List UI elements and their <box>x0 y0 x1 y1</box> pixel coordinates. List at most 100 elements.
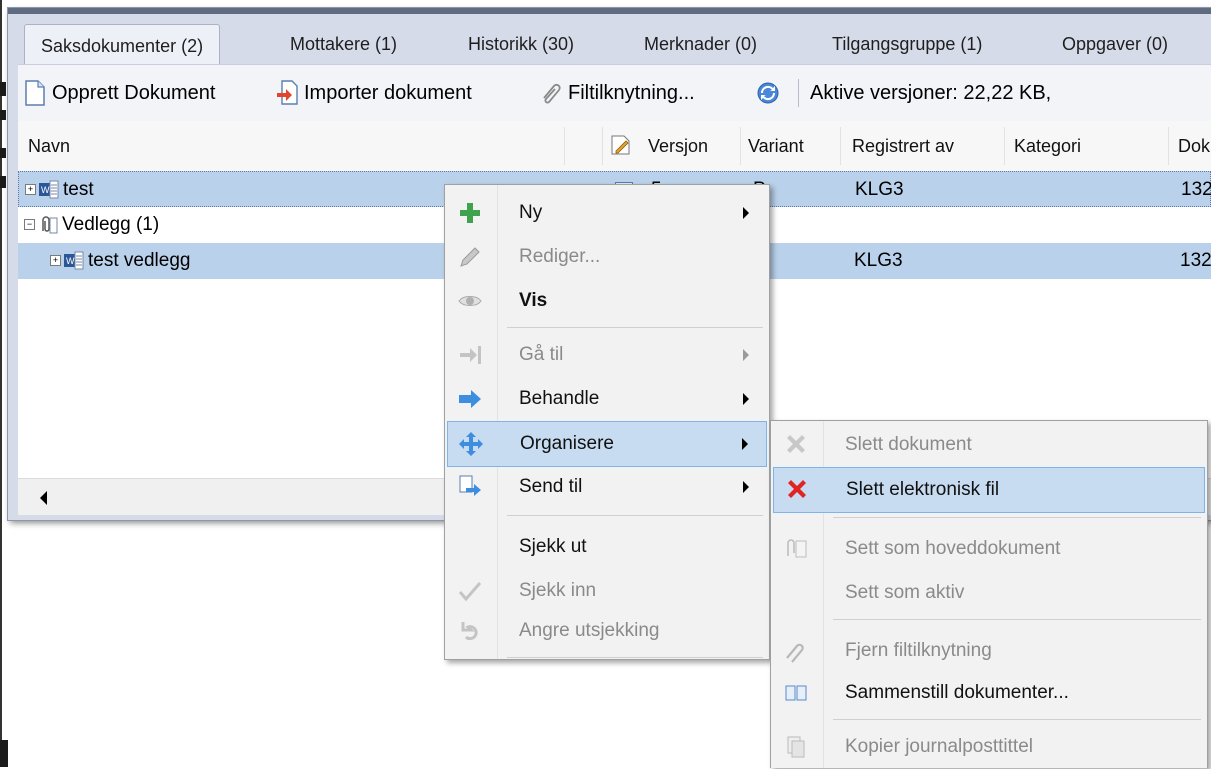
menu-item-sett-som-aktiv[interactable]: Sett som aktiv <box>773 571 1205 615</box>
column-header-kategori[interactable]: Kategori <box>1014 121 1081 171</box>
active-versions-status: Aktive versjoner: 22,22 KB, <box>810 65 1051 121</box>
menu-item-sjekk-inn[interactable]: Sjekk inn <box>447 569 767 613</box>
column-header-dok[interactable]: Dok <box>1178 121 1210 171</box>
import-icon <box>276 80 298 106</box>
menu-separator <box>507 657 763 658</box>
toolbar-separator <box>798 79 799 107</box>
svg-text:W: W <box>41 185 50 195</box>
send-icon <box>457 474 483 500</box>
submenu-arrow-icon <box>742 438 748 450</box>
import-document-label: Importer dokument <box>304 81 472 104</box>
menu-item-ga-til[interactable]: Gå til <box>447 333 767 377</box>
menu-item-label: Vis <box>519 290 548 311</box>
row-dok: 132 <box>1181 179 1211 200</box>
tab-strip: Saksdokumenter (2) Mottakere (1) Histori… <box>14 22 1211 67</box>
menu-separator <box>833 517 1201 518</box>
menu-item-label: Slett dokument <box>845 434 972 455</box>
menu-item-label: Organisere <box>520 433 614 454</box>
scroll-left-icon[interactable] <box>40 491 47 505</box>
tab-oppgaver[interactable]: Oppgaver (0) <box>1062 22 1168 66</box>
row-name: Vedlegg (1) <box>62 214 160 235</box>
undo-icon <box>457 618 483 644</box>
collapse-icon[interactable]: − <box>24 219 35 230</box>
column-divider <box>564 127 565 165</box>
edge-artifact <box>0 110 6 120</box>
edit-status-icon <box>610 134 632 156</box>
menu-item-sett-som-hoveddokument[interactable]: Sett som hoveddokument <box>773 527 1205 571</box>
edge-artifact <box>0 740 8 767</box>
menu-item-label: Send til <box>519 476 583 497</box>
create-document-label: Opprett Dokument <box>52 81 216 104</box>
goto-arrow-icon <box>457 342 483 368</box>
submenu-arrow-icon <box>743 207 749 219</box>
column-divider <box>840 127 841 165</box>
menu-item-ny[interactable]: Ny <box>447 191 767 235</box>
edge-artifact <box>0 176 6 188</box>
attachment-folder-icon <box>38 215 58 235</box>
row-registered-by: KLG3 <box>854 250 903 271</box>
organisere-submenu: Slett dokument Slett elektronisk fil Set… <box>770 420 1208 768</box>
menu-item-label: Sammenstill dokumenter... <box>845 682 1069 703</box>
row-registered-by: KLG3 <box>855 179 904 200</box>
menu-separator <box>507 327 763 328</box>
column-header-navn[interactable]: Navn <box>28 121 70 171</box>
plus-icon <box>457 200 483 226</box>
grid-header: Navn Versjon Variant Registrert av Kateg… <box>18 121 1211 172</box>
menu-separator <box>507 515 763 516</box>
menu-separator <box>833 719 1201 720</box>
tab-mottakere[interactable]: Mottakere (1) <box>290 22 397 66</box>
new-document-icon <box>24 80 46 106</box>
tab-historikk[interactable]: Historikk (30) <box>468 22 574 66</box>
menu-item-slett-elektronisk-fil[interactable]: Slett elektronisk fil <box>773 467 1205 513</box>
menu-item-label: Sjekk ut <box>519 536 587 557</box>
menu-item-label: Fjern filtilknytning <box>845 640 992 661</box>
paperclip-icon <box>540 80 562 106</box>
refresh-button[interactable] <box>756 65 786 121</box>
edge-artifact <box>0 82 6 96</box>
menu-item-label: Kopier journalposttittel <box>845 736 1033 757</box>
column-divider <box>1004 127 1005 165</box>
merge-icon <box>783 680 809 706</box>
menu-item-label: Behandle <box>519 388 600 409</box>
window-top-border <box>8 8 1211 14</box>
copy-icon <box>783 734 809 760</box>
menu-item-send-til[interactable]: Send til <box>447 465 767 509</box>
tab-merknader[interactable]: Merknader (0) <box>644 22 757 66</box>
menu-item-rediger[interactable]: Rediger... <box>447 235 767 279</box>
create-document-button[interactable]: Opprett Dokument <box>24 65 215 121</box>
row-name: test vedlegg <box>88 250 191 271</box>
column-header-versjon[interactable]: Versjon <box>648 121 708 171</box>
expand-icon[interactable]: + <box>25 184 36 195</box>
menu-item-slett-dokument[interactable]: Slett dokument <box>773 423 1205 467</box>
file-link-button[interactable]: Filtilknytning... <box>540 65 695 121</box>
menu-item-angre-utsjekking[interactable]: Angre utsjekking <box>447 609 767 653</box>
menu-item-sammenstill-dokumenter[interactable]: Sammenstill dokumenter... <box>773 671 1205 715</box>
unlink-icon <box>783 638 809 664</box>
submenu-arrow-icon <box>743 393 749 405</box>
menu-item-behandle[interactable]: Behandle <box>447 377 767 421</box>
menu-item-label: Sjekk inn <box>519 580 597 601</box>
tab-tilgangsgruppe[interactable]: Tilgangsgruppe (1) <box>832 22 982 66</box>
menu-item-label: Angre utsjekking <box>519 620 660 641</box>
expand-icon[interactable]: + <box>50 255 61 266</box>
word-document-icon: W <box>39 180 59 200</box>
menu-item-sjekk-ut[interactable]: Sjekk ut <box>447 525 767 569</box>
row-dok: 132 <box>1180 250 1211 271</box>
row-name: test <box>63 179 94 200</box>
menu-item-label: Slett elektronisk fil <box>846 479 1000 500</box>
menu-item-organisere[interactable]: Organisere <box>447 421 767 467</box>
menu-item-label: Sett som aktiv <box>845 582 965 603</box>
menu-item-vis[interactable]: Vis <box>447 279 767 323</box>
menu-separator <box>833 619 1201 620</box>
column-header-variant[interactable]: Variant <box>748 121 804 171</box>
column-header-registrert-av[interactable]: Registrert av <box>852 121 954 171</box>
import-document-button[interactable]: Importer dokument <box>276 65 472 121</box>
submenu-arrow-icon <box>743 349 749 361</box>
menu-item-fjern-filtilknytning[interactable]: Fjern filtilknytning <box>773 629 1205 673</box>
delete-file-icon <box>784 477 810 503</box>
menu-item-kopier-journalposttittel[interactable]: Kopier journalposttittel <box>773 725 1205 769</box>
tab-saksdokumenter[interactable]: Saksdokumenter (2) <box>24 24 221 67</box>
menu-item-label: Sett som hoveddokument <box>845 538 1061 559</box>
column-divider <box>1168 127 1169 165</box>
context-menu: Ny Rediger... Vis Gå til Behandle Organi… <box>444 184 770 660</box>
